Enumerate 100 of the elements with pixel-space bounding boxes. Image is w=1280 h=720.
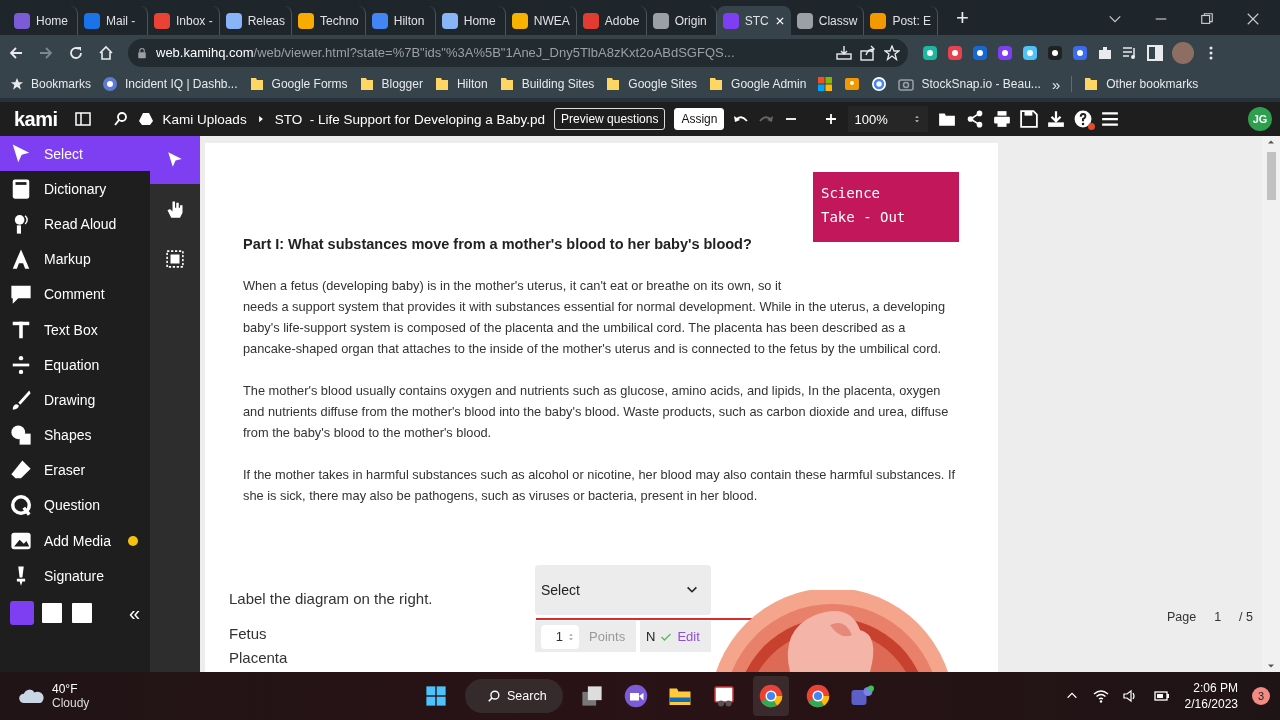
points-field[interactable]: 1 [541, 624, 579, 649]
folder-icon[interactable] [358, 76, 375, 92]
tool-button[interactable]: Question [0, 487, 150, 524]
breadcrumb-link[interactable]: Kami Uploads [162, 111, 247, 127]
panel-icon[interactable] [74, 111, 91, 127]
snipping-icon [712, 684, 736, 708]
media-icon[interactable] [1122, 44, 1138, 61]
address-bar[interactable]: web.kamihq.com/web/viewer.html?state=%7B"ids"%3A%5B"1AneJ_Dny5TlbA8zKxt2oABdSGFQS... [128, 38, 908, 67]
tool-button[interactable]: Equation [0, 347, 150, 383]
paragraph: The mother's blood usually contains oxygen and nutrients such as glucose, amino acids, and lipids, In the placenta, oxygen and nutrients diffuse from the mother's blood into the baby's blood. Waste products, such as carbon dioxide and urea, diffuse from the baby's blood to the mother's blood. [243, 382, 950, 442]
more-bookmarks-button[interactable]: » [1051, 75, 1061, 93]
tool-button[interactable]: Read Aloud [0, 206, 150, 242]
book-icon [10, 177, 32, 200]
reload-icon[interactable] [68, 44, 84, 61]
scrollbar[interactable] [1262, 136, 1280, 672]
select-tool-button[interactable] [150, 136, 200, 184]
new-tab-button[interactable]: + [950, 5, 975, 31]
bookmark[interactable]: Google Sites [605, 76, 698, 92]
classroom-icon[interactable] [844, 76, 861, 92]
bookmark[interactable]: Incident IQ | Dashb... [102, 76, 238, 92]
camera-icon[interactable] [898, 76, 915, 92]
tool-button[interactable]: Comment [0, 276, 150, 312]
bookmark[interactable]: Blogger [358, 76, 423, 92]
share-icon[interactable] [860, 44, 876, 61]
bookmark[interactable]: Building Sites [498, 76, 595, 92]
temperature[interactable]: 40°F [52, 682, 90, 696]
tiles-icon[interactable] [817, 76, 834, 92]
help-button[interactable] [1074, 110, 1093, 128]
collapse-button[interactable]: « [128, 601, 140, 625]
menu-icon[interactable] [1101, 110, 1120, 128]
back-icon[interactable] [8, 44, 24, 61]
close-icon[interactable] [1246, 12, 1260, 26]
star-icon[interactable] [10, 77, 24, 91]
points-control[interactable]: 1 Points [535, 621, 636, 652]
extension-icon[interactable] [947, 44, 963, 61]
folder-icon[interactable] [937, 110, 958, 128]
brush-icon [10, 388, 32, 411]
tool-button[interactable]: Shapes [0, 417, 150, 453]
forward-icon[interactable] [38, 44, 54, 61]
bookmark[interactable]: StockSnap.io - Beau... [898, 76, 1041, 92]
install-icon[interactable] [836, 44, 852, 61]
bookmark[interactable]: Google Forms [248, 76, 348, 92]
wifi-icon[interactable] [1092, 688, 1109, 704]
share-icon[interactable] [966, 110, 985, 128]
folder-icon[interactable] [1083, 76, 1100, 92]
tool-button[interactable]: Signature [0, 558, 150, 594]
close-icon[interactable] [774, 15, 785, 26]
weather-condition[interactable]: Cloudy [52, 696, 90, 710]
edit-link[interactable]: Edit [677, 629, 700, 644]
extension-icon[interactable] [922, 44, 938, 61]
folder-icon[interactable] [248, 76, 265, 92]
clock[interactable]: 2:06 PM 2/16/2023 [1184, 680, 1238, 712]
search-icon[interactable] [112, 111, 129, 127]
windows-icon [425, 685, 447, 707]
answer-dropdown[interactable]: Select [535, 565, 711, 615]
teams-icon [850, 684, 874, 708]
google-icon[interactable] [871, 76, 888, 92]
tool-button[interactable]: Select [0, 136, 150, 172]
extension-icon[interactable] [1047, 44, 1063, 61]
side-panel-icon[interactable] [1147, 44, 1163, 61]
restore-icon[interactable] [1200, 12, 1214, 26]
puzzle-icon[interactable] [1097, 44, 1113, 61]
download-icon[interactable] [1047, 110, 1066, 128]
zoom-select[interactable]: 100% [848, 106, 929, 132]
print-icon[interactable] [993, 110, 1012, 128]
bookmark[interactable]: Google Admin [708, 76, 807, 92]
save-icon[interactable] [1020, 110, 1039, 128]
extension-icon[interactable] [997, 44, 1013, 61]
tool-button[interactable]: Drawing [0, 382, 150, 418]
folder-icon[interactable] [708, 76, 725, 92]
bookmark[interactable]: Bookmarks [10, 77, 92, 91]
page-number[interactable]: 1 [1214, 610, 1222, 624]
browser-tab[interactable]: STC [716, 6, 791, 35]
battery-icon[interactable] [1152, 688, 1171, 704]
folder-icon[interactable] [605, 76, 622, 92]
layout-toggle[interactable] [40, 601, 64, 626]
bookmark[interactable]: Hilton [433, 76, 488, 92]
assign-button[interactable]: Assign [674, 108, 725, 130]
tool-button[interactable]: Dictionary [0, 171, 150, 207]
layout-toggle[interactable] [10, 601, 34, 626]
search-button[interactable]: Search [465, 679, 563, 713]
layout-toggle[interactable] [70, 601, 94, 626]
home-icon[interactable] [98, 44, 114, 61]
tool-button[interactable]: Add Media [0, 523, 150, 559]
folder-icon[interactable] [433, 76, 450, 92]
preview-questions-button[interactable]: Preview questions [554, 108, 666, 130]
scrollbar-thumb[interactable] [1266, 152, 1276, 200]
browser-button[interactable] [753, 676, 789, 716]
bookmark[interactable]: Other bookmarks [1083, 76, 1199, 92]
extension-icon[interactable] [972, 44, 988, 61]
extension-icon[interactable] [1022, 44, 1038, 61]
star-icon[interactable] [884, 44, 900, 61]
site-icon[interactable] [102, 76, 119, 92]
question-prompt: Label the diagram on the right. [229, 590, 433, 607]
folder-icon[interactable] [498, 76, 515, 92]
notification-count[interactable]: 3 [1252, 687, 1270, 705]
tool-button[interactable]: Eraser [0, 452, 150, 488]
extension-icon[interactable] [1072, 44, 1088, 61]
tool-button[interactable]: Text Box [0, 311, 150, 348]
tool-button[interactable]: Markup [0, 241, 150, 277]
